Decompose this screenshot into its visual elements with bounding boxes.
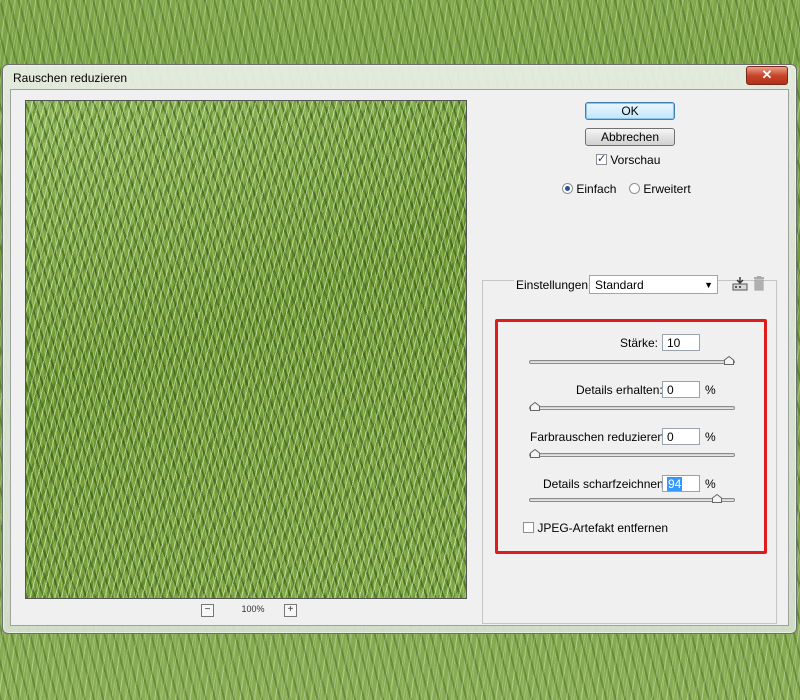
preserve-details-label: Details erhalten: xyxy=(576,383,663,397)
preview-image[interactable] xyxy=(25,100,467,599)
preserve-details-input[interactable]: 0 xyxy=(662,381,700,398)
dialog-content: − 100% + OK Abbrechen Vorschau Einfach E… xyxy=(10,89,789,626)
settings-dropdown-value: Standard xyxy=(595,278,644,292)
simple-radio[interactable] xyxy=(562,183,573,195)
reduce-color-noise-label: Farbrauschen reduzieren: xyxy=(530,430,668,444)
strength-label: Stärke: xyxy=(620,336,659,350)
preview-toggle[interactable]: Vorschau xyxy=(596,152,660,167)
sharpen-details-label: Details scharfzeichnen: xyxy=(543,477,668,491)
jpeg-artifact-checkbox[interactable] xyxy=(523,522,534,534)
sharpen-details-slider-thumb[interactable] xyxy=(712,494,723,503)
save-settings-icon[interactable] xyxy=(731,276,749,295)
jpeg-artifact-label: JPEG-Artefakt entfernen xyxy=(537,520,669,535)
mode-advanced[interactable]: Erweitert xyxy=(629,181,691,196)
settings-label: Einstellungen: xyxy=(514,278,594,292)
reduce-color-noise-unit: % xyxy=(705,430,716,444)
sharpen-details-value: 94 xyxy=(667,477,683,491)
jpeg-artifact-toggle[interactable]: JPEG-Artefakt entfernen xyxy=(523,520,668,535)
strength-slider-thumb[interactable] xyxy=(724,356,734,365)
simple-radio-label: Einfach xyxy=(576,181,617,196)
zoom-level: 100% xyxy=(241,604,265,614)
strength-value: 10 xyxy=(667,336,681,350)
mode-simple[interactable]: Einfach xyxy=(562,181,616,196)
sharpen-details-input[interactable]: 94 xyxy=(662,475,700,492)
cancel-button[interactable]: Abbrechen xyxy=(585,128,675,146)
zoom-in-button[interactable]: + xyxy=(284,604,297,617)
sharpen-details-slider[interactable] xyxy=(529,494,735,503)
preserve-details-value: 0 xyxy=(667,383,674,397)
noise-reduction-dialog: Rauschen reduzieren ✕ − 100% + OK Abbrec… xyxy=(2,64,797,634)
zoom-out-button[interactable]: − xyxy=(201,604,214,617)
reduce-color-noise-input[interactable]: 0 xyxy=(662,428,700,445)
reduce-color-noise-value: 0 xyxy=(667,430,674,444)
strength-slider[interactable] xyxy=(529,356,735,365)
close-button[interactable]: ✕ xyxy=(746,66,788,85)
preserve-details-slider[interactable] xyxy=(529,402,735,411)
advanced-radio-label: Erweitert xyxy=(643,181,691,196)
strength-input[interactable]: 10 xyxy=(662,334,700,351)
preview-checkbox-label: Vorschau xyxy=(610,152,661,167)
window-title: Rauschen reduzieren xyxy=(13,71,128,85)
preserve-details-unit: % xyxy=(705,383,716,397)
title-bar[interactable]: Rauschen reduzieren ✕ xyxy=(3,65,796,89)
preview-checkbox[interactable] xyxy=(596,152,607,166)
trash-icon[interactable] xyxy=(753,276,765,294)
chevron-down-icon: ▼ xyxy=(704,280,713,290)
settings-dropdown[interactable]: Standard ▼ xyxy=(589,275,718,294)
advanced-radio[interactable] xyxy=(629,183,640,195)
ok-button[interactable]: OK xyxy=(585,102,675,120)
reduce-color-noise-slider[interactable] xyxy=(529,449,735,458)
preserve-details-slider-thumb[interactable] xyxy=(530,402,540,411)
reduce-color-noise-slider-thumb[interactable] xyxy=(530,449,540,458)
sharpen-details-unit: % xyxy=(705,477,716,491)
